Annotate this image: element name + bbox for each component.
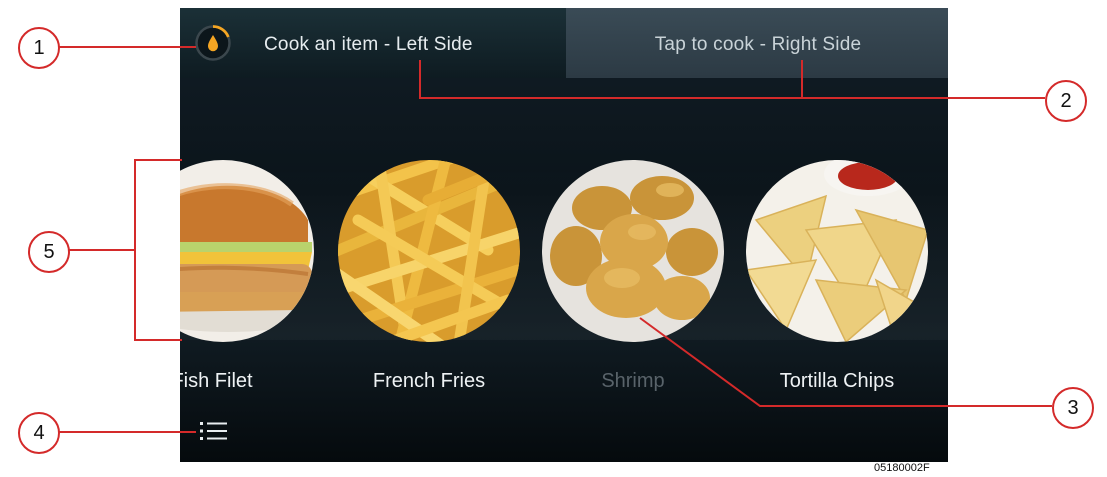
right-side-title[interactable]: Tap to cook - Right Side — [567, 34, 948, 56]
callout-5: 5 — [28, 231, 70, 273]
tortilla-chips-image — [746, 160, 928, 342]
tortilla-chips-button[interactable] — [746, 160, 928, 342]
fryer-touchscreen: Cook an item - Left Side Tap to cook - R… — [180, 8, 948, 462]
french-fries-image — [338, 160, 520, 342]
tortilla-chips-label: Tortilla Chips — [779, 370, 895, 392]
callout-1: 1 — [18, 27, 60, 69]
left-side-title: Cook an item - Left Side — [264, 34, 473, 55]
fish-filet-label: Fish Filet — [180, 370, 253, 392]
french-fries-label: French Fries — [372, 370, 486, 392]
callout-3: 3 — [1052, 387, 1094, 429]
shrimp-button[interactable] — [542, 160, 724, 342]
french-fries-button[interactable] — [338, 160, 520, 342]
callout-4: 4 — [18, 412, 60, 454]
shrimp-image — [542, 160, 724, 342]
oil-drop-icon[interactable] — [194, 24, 232, 62]
shrimp-label: Shrimp — [601, 370, 665, 392]
callout-2: 2 — [1045, 80, 1087, 122]
document-code: 05180002F — [874, 462, 930, 474]
list-icon[interactable] — [200, 420, 228, 442]
